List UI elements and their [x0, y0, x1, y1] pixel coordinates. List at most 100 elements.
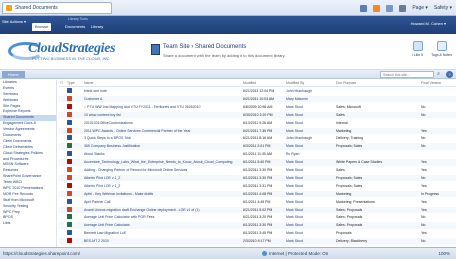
- modified-by-link[interactable]: Mark Stout: [286, 238, 334, 245]
- modified-by-link[interactable]: Mark Stout: [286, 128, 334, 135]
- document-name-link[interactable]: Accenture_Technology_Labs_What_the_Enter…: [84, 159, 241, 166]
- document-name-link[interactable]: blank one note: [84, 88, 241, 95]
- document-name-link[interactable]: Alberto Pilot LOE v 1_2: [84, 183, 241, 190]
- doc-file-icon[interactable]: [67, 135, 72, 141]
- table-row[interactable]: Accenture_Technology_Labs_What_the_Enter…: [59, 159, 456, 166]
- document-name-link[interactable]: 2011 WPC Awards - Online Services Commer…: [84, 128, 241, 135]
- modified-by-link[interactable]: Mark Stout: [286, 143, 334, 150]
- select-all-checkbox[interactable]: ☐: [60, 80, 65, 87]
- table-row[interactable]: Alberto Pilot LOE v 1_2 6/13/2011 3:30 PM…: [59, 174, 456, 182]
- ppt-file-icon[interactable]: [67, 174, 72, 180]
- ppt-file-icon[interactable]: [67, 95, 72, 101]
- column-doc-purpose[interactable]: Doc Purpose: [336, 80, 421, 87]
- table-row[interactable]: April Partner Call 6/1/2011 4:45 PM Mark S…: [59, 198, 456, 206]
- table-row[interactable]: Average Unit Price Calculator with POR F…: [59, 214, 456, 221]
- table-row[interactable]: Customer A 6/21/2011 10:03 AM Mary Malumin: [59, 95, 456, 103]
- breadcrumb-site-link[interactable]: Team Site: [163, 44, 190, 50]
- page-menu[interactable]: Page ▾: [412, 5, 428, 11]
- modified-by-link[interactable]: Mark Stout: [286, 207, 334, 214]
- ppt-file-icon[interactable]: [67, 190, 72, 196]
- modified-by-link[interactable]: Mark Stout: [286, 222, 334, 229]
- xls-file-icon[interactable]: [67, 222, 72, 228]
- ppt-file-icon[interactable]: [67, 167, 72, 173]
- modified-by-link[interactable]: Mark Stout: [286, 183, 334, 190]
- user-menu[interactable]: Howard M. Cohen ▾: [411, 21, 446, 26]
- sidebar-item[interactable]: Lists: [0, 221, 56, 227]
- document-name-link[interactable]: Customer A: [84, 96, 241, 103]
- ppt-file-icon[interactable]: [67, 206, 72, 212]
- tab-browse[interactable]: Browse: [32, 23, 52, 31]
- safety-menu[interactable]: Safety ▾: [434, 5, 452, 11]
- table-row[interactable]: Avanti Unions migration draft Exchange O…: [59, 206, 456, 214]
- document-name-link[interactable]: 365 Company Business Justification: [84, 143, 241, 150]
- nav-home-tab[interactable]: Home: [2, 71, 25, 78]
- xls-file-icon[interactable]: [67, 214, 72, 220]
- document-name-link[interactable]: -: PTU WW 2nd Mapping and VTU FY2011 - T…: [84, 104, 241, 111]
- modified-by-link[interactable]: John Mumbaugh: [286, 88, 334, 95]
- document-name-link[interactable]: Avanti Unions migration draft Exchange O…: [84, 207, 241, 214]
- like-button[interactable]: I Like It: [412, 41, 423, 57]
- modified-by-link[interactable]: Mark Stout: [286, 104, 334, 111]
- rss-feed-icon[interactable]: [373, 4, 381, 12]
- document-name-link[interactable]: Alberto Pilot LOE v 1_2: [84, 175, 241, 182]
- tags-notes-button[interactable]: Tags & Notes: [431, 41, 452, 57]
- document-name-link[interactable]: April Partner Call: [84, 199, 241, 206]
- ppt-file-icon[interactable]: [67, 111, 72, 117]
- table-row[interactable]: BES-MT 2 2010 2/3/2010 4:17 PM Mark Stout D…: [59, 238, 456, 245]
- document-name-link[interactable]: 3 Quick Steps to a BPOS Trial: [84, 135, 241, 142]
- table-row[interactable]: -: PTU WW 2nd Mapping and VTU FY2011 - T…: [59, 103, 456, 111]
- help-icon[interactable]: ?: [446, 71, 453, 78]
- document-name-link[interactable]: 20101031OfficeCustomizations: [84, 120, 241, 127]
- modified-by-link[interactable]: Mark Stout: [286, 199, 334, 206]
- modified-by-link[interactable]: Mark Stout: [286, 167, 334, 174]
- column-modified[interactable]: Modified: [243, 80, 285, 87]
- modified-by-link[interactable]: John Mumbaugh: [286, 135, 334, 142]
- doc-file-icon[interactable]: [67, 88, 72, 94]
- security-zone[interactable]: Internet | Protected Mode: On: [262, 248, 328, 259]
- column-modified-by[interactable]: Modified By: [286, 80, 334, 87]
- pdf-file-icon[interactable]: [67, 159, 72, 165]
- search-input[interactable]: [380, 71, 434, 78]
- document-name-link[interactable]: Average Unit Price Calculator: [84, 222, 241, 229]
- column-name[interactable]: Name: [84, 80, 241, 87]
- mail-icon[interactable]: [386, 4, 394, 12]
- document-name-link[interactable]: Average Unit Price Calculator with POR F…: [84, 214, 241, 221]
- column-type[interactable]: Type: [67, 80, 81, 87]
- ppt-file-icon[interactable]: [67, 127, 72, 133]
- table-row[interactable]: 3 Quick Steps to a BPOS Trial 6/21/2011 8…: [59, 135, 456, 142]
- doc-file-icon[interactable]: [67, 198, 72, 204]
- document-name-link[interactable]: Apfel - Key Webinar Invitations - Make d…: [84, 191, 241, 198]
- pdf-file-icon[interactable]: [67, 103, 72, 109]
- doc-file-icon[interactable]: [67, 230, 72, 236]
- modified-by-link[interactable]: Mark Stout: [286, 120, 334, 127]
- document-name-link[interactable]: BES-MT 2 2010: [84, 238, 241, 245]
- modified-by-link[interactable]: Mark Stout: [286, 175, 334, 182]
- search-icon[interactable]: ⌕: [435, 71, 442, 78]
- xls-file-icon[interactable]: [67, 143, 72, 149]
- modified-by-link[interactable]: Mark Stout: [286, 214, 334, 221]
- site-actions-menu[interactable]: Site Actions ▾: [2, 19, 26, 24]
- document-name-link[interactable]: Adding - Changing Partner of Record for …: [84, 167, 241, 174]
- table-row[interactable]: 365 Company Business Justification 6/3/20…: [59, 143, 456, 150]
- modified-by-link[interactable]: Mark Stout: [286, 230, 334, 237]
- doc-file-icon[interactable]: [67, 119, 72, 125]
- table-row[interactable]: Adding - Changing Partner of Record for …: [59, 167, 456, 174]
- table-row[interactable]: Apfel - Key Webinar Invitations - Make d…: [59, 190, 456, 198]
- document-name-link[interactable]: Bennett Law Migration LoE: [84, 230, 241, 237]
- modified-by-link[interactable]: Mark Stout: [286, 159, 334, 166]
- tab-library[interactable]: Library: [88, 23, 106, 31]
- document-name-link[interactable]: 10 www contest boy list: [84, 112, 241, 119]
- tab-documents[interactable]: Documents: [62, 23, 88, 31]
- table-row[interactable]: 20101031OfficeCustomizations 6/13/2011 9:…: [59, 119, 456, 127]
- table-row[interactable]: blank one note 6/21/2011 12:04 PM John Mum…: [59, 88, 456, 95]
- table-row[interactable]: Alberto Pilot LOE v 1_2 6/13/2011 3:31 PM…: [59, 182, 456, 190]
- site-logo[interactable]: CloudStrategies PUTTING BUSINESS IN THE …: [8, 38, 148, 64]
- table-row[interactable]: Average Unit Price Calculator 6/13/2011 3…: [59, 222, 456, 229]
- doc-file-icon[interactable]: [67, 151, 72, 157]
- zoom-level[interactable]: 100%: [438, 248, 450, 259]
- modified-by-link[interactable]: Rc Ryan: [286, 151, 334, 158]
- pdf-file-icon[interactable]: [67, 238, 72, 244]
- table-row[interactable]: Bennett Law Migration LoE 6/13/2011 3:45 …: [59, 230, 456, 237]
- browser-tab[interactable]: Shared Documents: [2, 2, 112, 14]
- table-row[interactable]: 10 www contest boy list 6/30/2010 3:20 PM…: [59, 111, 456, 119]
